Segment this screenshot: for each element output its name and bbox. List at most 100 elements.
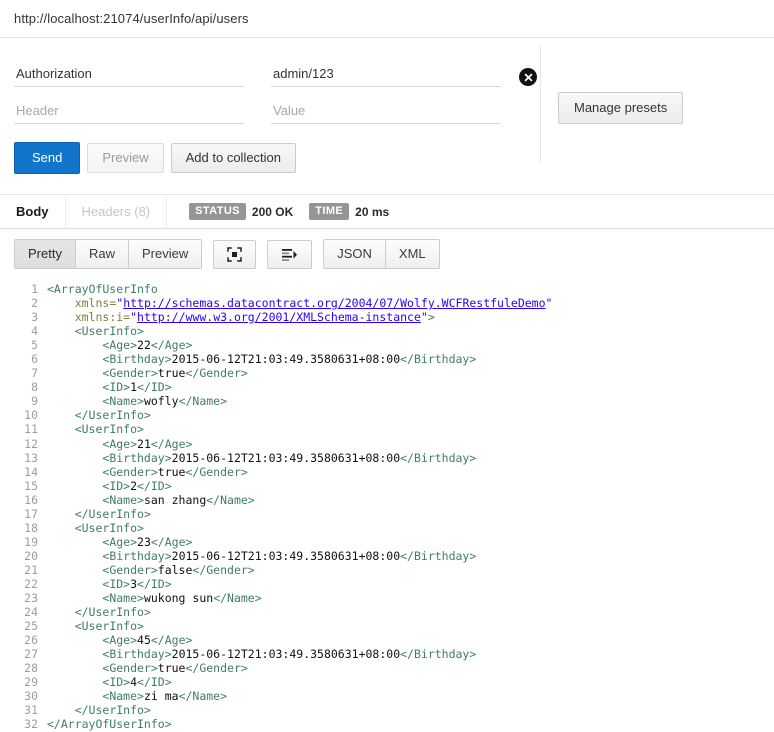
- code-token: ": [130, 310, 138, 325]
- code-line: 14 <Gender>true</Gender>: [8, 465, 774, 479]
- code-token: </Age>: [150, 534, 193, 549]
- code-line: 22 <ID>3</ID>: [8, 577, 774, 591]
- preview-request-button[interactable]: Preview: [87, 143, 164, 173]
- code-token: <Birthday>: [102, 352, 172, 367]
- line-number: 5: [31, 338, 38, 353]
- code-token: >: [427, 310, 435, 325]
- add-to-collection-button[interactable]: Add to collection: [170, 143, 297, 173]
- line-number: 26: [24, 633, 38, 648]
- code-line: 13 <Birthday>2015-06-12T21:03:49.3580631…: [8, 451, 774, 465]
- header-value-input-2[interactable]: [271, 102, 501, 124]
- code-token: 21: [137, 436, 151, 451]
- code-link[interactable]: http://schemas.datacontract.org/2004/07/…: [123, 296, 545, 310]
- code-line: 2 xmlns= "http://schemas.datacontract.org…: [8, 296, 774, 310]
- content-type-xml[interactable]: XML: [385, 239, 440, 269]
- code-line: 31 </UserInfo>: [8, 703, 774, 717]
- code-line-content: <Age>22</Age>: [47, 338, 192, 352]
- code-token: <ID>: [102, 478, 131, 493]
- code-token: </UserInfo>: [74, 703, 151, 718]
- code-token: true: [157, 661, 186, 676]
- code-line: 11 <UserInfo>: [8, 422, 774, 436]
- code-token: </Name>: [178, 394, 228, 409]
- code-line: 29 <ID>4</ID>: [8, 675, 774, 689]
- code-line: 6 <Birthday>2015-06-12T21:03:49.3580631+…: [8, 352, 774, 366]
- code-line-content: <Gender>false</Gender>: [47, 563, 254, 577]
- code-line: 16 <Name>san zhang</Name>: [8, 493, 774, 507]
- code-line-content: <Gender>true</Gender>: [47, 366, 247, 381]
- header-name-input-1[interactable]: [14, 65, 244, 87]
- code-line: 23 <Name>wukong sun</Name>: [8, 591, 774, 605]
- code-line: 18 <UserInfo>: [8, 521, 774, 535]
- code-token: true: [157, 464, 186, 479]
- code-token: </Birthday>: [400, 548, 477, 563]
- code-line-content: <Birthday>2015-06-12T21:03:49.3580631+08…: [47, 647, 476, 661]
- line-number: 24: [24, 605, 38, 620]
- code-line-content: <Name>san zhang</Name>: [47, 492, 255, 507]
- response-status-block: STATUS 200 OK TIME 20 ms: [189, 195, 389, 228]
- code-token: </ID>: [137, 380, 172, 395]
- code-token: san zhang: [143, 492, 207, 507]
- line-number: 13: [24, 450, 38, 465]
- code-token: <Age>: [102, 534, 138, 549]
- line-number: 22: [24, 576, 38, 591]
- code-line-content: <Name>wofly</Name>: [47, 394, 227, 408]
- code-line: 15 <ID>2</ID>: [8, 479, 774, 493]
- line-number: 2: [31, 296, 38, 311]
- line-number: 30: [24, 689, 38, 704]
- url-input[interactable]: http://localhost:21074/userInfo/api/user…: [14, 11, 249, 26]
- response-body-code[interactable]: 1 <ArrayOfUserInfo 2 xmlns= "http://schemas…: [0, 282, 774, 732]
- code-line: 8 <ID>1</ID>: [8, 380, 774, 394]
- clear-circle-icon[interactable]: [519, 68, 537, 86]
- line-number: 8: [31, 380, 38, 395]
- view-mode-preview[interactable]: Preview: [128, 239, 203, 269]
- line-number: 11: [24, 422, 38, 437]
- tab-body[interactable]: Body: [0, 195, 65, 228]
- tab-headers[interactable]: Headers (8): [64, 195, 168, 228]
- code-line-content: </UserInfo>: [47, 703, 151, 717]
- response-tabs: Body Headers (8) STATUS 200 OK TIME 20 m…: [0, 194, 774, 229]
- view-mode-pretty[interactable]: Pretty: [14, 239, 76, 269]
- code-token: 45: [137, 633, 151, 648]
- code-token: </Age>: [150, 338, 193, 353]
- code-link[interactable]: http://www.w3.org/2001/XMLSchema-instanc…: [137, 310, 421, 324]
- code-line: 27 <Birthday>2015-06-12T21:03:49.3580631…: [8, 647, 774, 661]
- code-line: 32 </ArrayOfUserInfo>: [8, 717, 774, 731]
- code-token: </UserInfo>: [74, 408, 151, 423]
- code-token: true: [157, 366, 186, 381]
- code-token: </Name>: [206, 492, 255, 507]
- url-bar[interactable]: http://localhost:21074/userInfo/api/user…: [0, 0, 774, 38]
- manage-presets-button[interactable]: Manage presets: [558, 92, 684, 124]
- code-token: </Age>: [150, 436, 193, 451]
- code-line: 12 <Age>21</Age>: [8, 437, 774, 451]
- header-value-input-1[interactable]: [271, 65, 501, 87]
- code-line-content: <ID>3</ID>: [47, 577, 171, 591]
- format-indent-icon[interactable]: [267, 239, 313, 269]
- fullscreen-group: [213, 239, 257, 269]
- fullscreen-icon[interactable]: [213, 239, 257, 269]
- view-mode-raw[interactable]: Raw: [75, 239, 129, 269]
- content-type-json[interactable]: JSON: [323, 239, 386, 269]
- header-name-input-2[interactable]: [14, 102, 244, 124]
- send-button[interactable]: Send: [14, 142, 81, 174]
- code-token: </Gender>: [185, 661, 248, 676]
- line-number: 14: [24, 464, 38, 479]
- code-line-content: <Birthday>2015-06-12T21:03:49.3580631+08…: [47, 451, 476, 465]
- line-number: 1: [31, 282, 38, 296]
- code-line-content: <Age>23</Age>: [47, 535, 192, 549]
- line-number: 17: [24, 506, 38, 521]
